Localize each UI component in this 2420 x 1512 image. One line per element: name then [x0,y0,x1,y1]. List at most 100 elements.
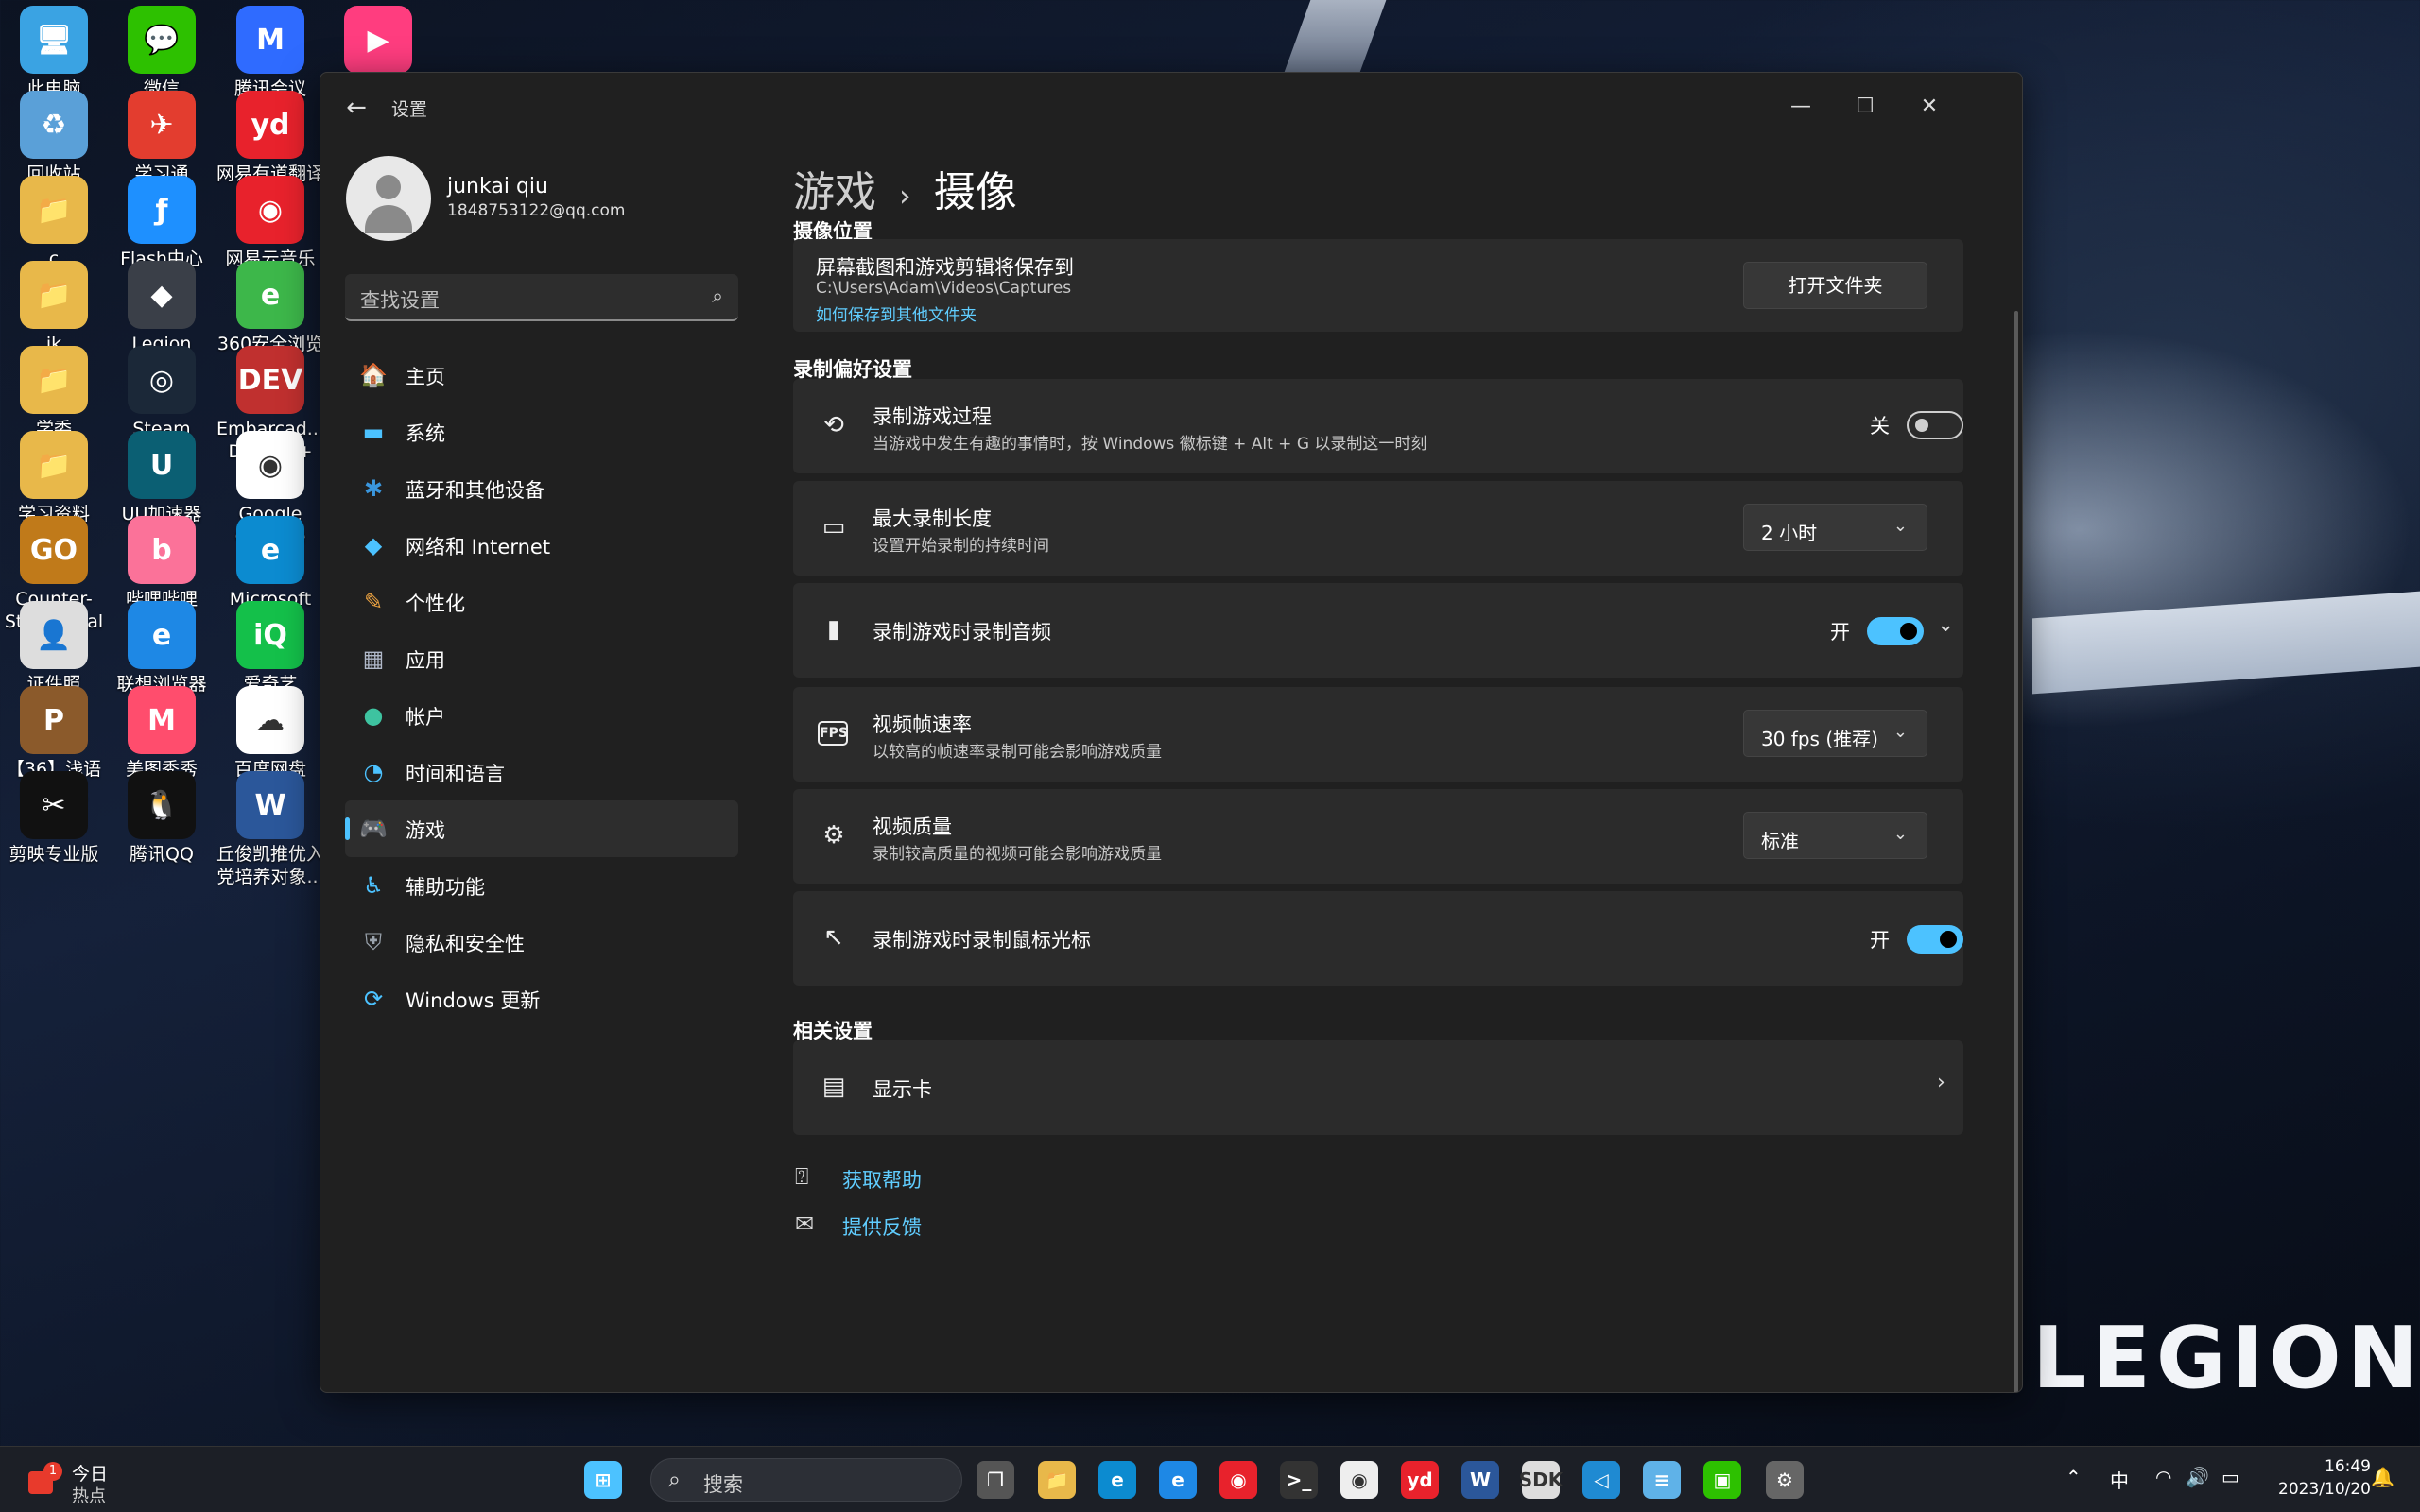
app-icon: ◆ [128,261,196,329]
avatar[interactable] [346,156,431,241]
user-email: 1848753122@qq.com [447,201,626,220]
frame-rate-dropdown[interactable]: 30 fps (推荐) ⌄ [1743,710,1927,757]
taskbar-app-icon[interactable]: ≡ [1643,1461,1681,1499]
battery-icon[interactable]: ▭ [2221,1466,2239,1488]
sidebar-item-label: 辅助功能 [406,876,485,899]
search-placeholder: 查找设置 [360,289,440,312]
taskbar-app-icon[interactable]: SDK [1519,1461,1563,1499]
capture-help-link[interactable]: 如何保存到其他文件夹 [816,301,977,325]
sidebar-item[interactable]: ✎ 个性化 [345,574,738,630]
video-quality-dropdown[interactable]: 标准 ⌄ [1743,812,1927,859]
expand-chevron-icon[interactable]: ⌄ [1937,613,1954,637]
sidebar-item[interactable]: ● 帐户 [345,687,738,744]
sidebar-item[interactable]: 🎮 游戏 [345,800,738,857]
window-title: 设置 [391,99,428,120]
desktop-icon-label: 剪映专业版 [9,844,99,865]
volume-icon[interactable]: 🔊 [2186,1466,2209,1488]
ime-indicator[interactable]: 中 [2110,1466,2129,1493]
taskbar-app-icon[interactable]: ⊞ [584,1461,622,1499]
back-button[interactable]: ← [339,92,373,126]
taskbar-app-icon[interactable]: >_ [1280,1461,1318,1499]
taskbar-app-icon[interactable]: W [1461,1461,1499,1499]
close-button[interactable]: ✕ [1897,86,1962,128]
desktop-icon-label: 丘俊凯推优入党培养对象... [216,844,325,887]
taskbar-app-icon[interactable]: ⚙ [1766,1461,1804,1499]
taskbar-app-icon[interactable]: yd [1401,1461,1439,1499]
nav-icon: ✱ [363,475,384,502]
sidebar-item-label: Windows 更新 [406,989,541,1012]
record-audio-state: 开 [1830,621,1850,644]
search-icon: ⌕ [712,284,723,307]
sidebar-item[interactable]: 🏠 主页 [345,347,738,404]
taskbar-app-icon[interactable]: ◁ [1582,1461,1620,1499]
desktop-icon-label: 腾讯QQ [130,844,194,865]
record-audio-toggle[interactable] [1867,617,1924,645]
app-icon: ◉ [236,176,304,244]
taskbar-app-icon[interactable]: ◉ [1219,1461,1257,1499]
clock[interactable]: 16:49 2023/10/20 [2278,1455,2371,1501]
desktop-icon[interactable]: 🐧 腾讯QQ [108,765,216,866]
record-cursor-toggle[interactable] [1907,925,1963,954]
get-help-link[interactable]: 获取帮助 [842,1165,922,1194]
taskbar-app-icon[interactable]: e [1098,1461,1136,1499]
feedback-link[interactable]: 提供反馈 [842,1212,922,1241]
max-length-dropdown[interactable]: 2 小时 ⌄ [1743,504,1927,551]
news-badge: 1 [43,1462,62,1481]
chevron-down-icon: ⌄ [1893,824,1908,844]
app-icon: 📁 [20,261,88,329]
taskbar-search[interactable]: ⌕ 搜索 [650,1458,962,1502]
sidebar-item-label: 隐私和安全性 [406,933,525,955]
news-sub: 热点 [72,1486,106,1506]
sidebar-item-label: 蓝牙和其他设备 [406,479,544,502]
taskbar-app-icon[interactable]: ◉ [1340,1461,1378,1499]
sidebar-item[interactable]: ◆ 网络和 Internet [345,517,738,574]
fps-icon: FPS [818,721,848,746]
record-process-title: 录制游戏过程 [873,405,992,428]
gpu-card[interactable]: ▤ 显示卡 › [793,1040,1963,1135]
app-icon: 💬 [128,6,196,74]
notification-bell-icon[interactable]: 🔔 [2371,1466,2394,1488]
user-name: junkai qiu [447,175,548,198]
active-indicator [345,817,350,840]
desktop-icon[interactable]: ▶ [324,0,432,77]
maximize-button[interactable]: ☐ [1833,86,1897,128]
nav-icon: ▦ [362,645,385,672]
app-icon: yd [236,91,304,159]
news-title: 今日 [72,1464,109,1485]
max-length-title: 最大录制长度 [873,507,992,530]
video-settings-icon: ⚙ [822,821,845,850]
settings-search[interactable]: 查找设置 ⌕ [345,274,738,321]
sidebar-item-label: 系统 [406,422,445,445]
clock-time: 16:49 [2325,1457,2371,1476]
taskbar-app-icon[interactable]: ▣ [1703,1461,1741,1499]
nav-icon: ◆ [364,532,383,558]
chevron-up-icon[interactable]: ⌃ [2066,1466,2082,1488]
taskbar-app-icon[interactable]: ❐ [977,1461,1014,1499]
record-process-toggle[interactable] [1907,411,1963,439]
sidebar-item-label: 网络和 Internet [406,536,551,558]
sidebar-item[interactable]: ▬ 系统 [345,404,738,460]
sidebar-item[interactable]: ⟳ Windows 更新 [345,971,738,1027]
record-cursor-card[interactable]: ↖ 录制游戏时录制鼠标光标 开 [793,891,1963,986]
scrollbar[interactable] [2014,311,2018,1392]
wallpaper-brand: LEGION [2032,1309,2420,1408]
wifi-icon[interactable]: ◠ [2155,1466,2171,1488]
minimize-button[interactable]: — [1769,86,1833,128]
frame-rate-title: 视频帧速率 [873,713,972,736]
sidebar-item[interactable]: ⛨ 隐私和安全性 [345,914,738,971]
taskbar-app-icon[interactable]: e [1159,1461,1197,1499]
sidebar-item[interactable]: ✱ 蓝牙和其他设备 [345,460,738,517]
app-icon: 👤 [20,601,88,669]
sidebar-item[interactable]: ◔ 时间和语言 [345,744,738,800]
record-process-card[interactable]: ⟲ 录制游戏过程 当游戏中发生有趣的事情时，按 Windows 徽标键 + Al… [793,379,1963,473]
sidebar-item[interactable]: ♿ 辅助功能 [345,857,738,914]
sidebar-item[interactable]: ▦ 应用 [345,630,738,687]
desktop-icon[interactable]: ✂ 剪映专业版 [0,765,108,866]
desktop-icon[interactable]: W 丘俊凯推优入党培养对象... [216,765,324,888]
taskbar-app-icon[interactable]: 📁 [1038,1461,1076,1499]
frame-rate-card: FPS 视频帧速率 以较高的帧速率录制可能会影响游戏质量 30 fps (推荐)… [793,687,1963,782]
video-quality-desc: 录制较高质量的视频可能会影响游戏质量 [873,845,1162,864]
open-folder-button[interactable]: 打开文件夹 [1743,262,1927,309]
breadcrumb-parent[interactable]: 游戏 [793,168,876,216]
record-audio-card[interactable]: ▮ 录制游戏时录制音频 开 ⌄ [793,583,1963,678]
